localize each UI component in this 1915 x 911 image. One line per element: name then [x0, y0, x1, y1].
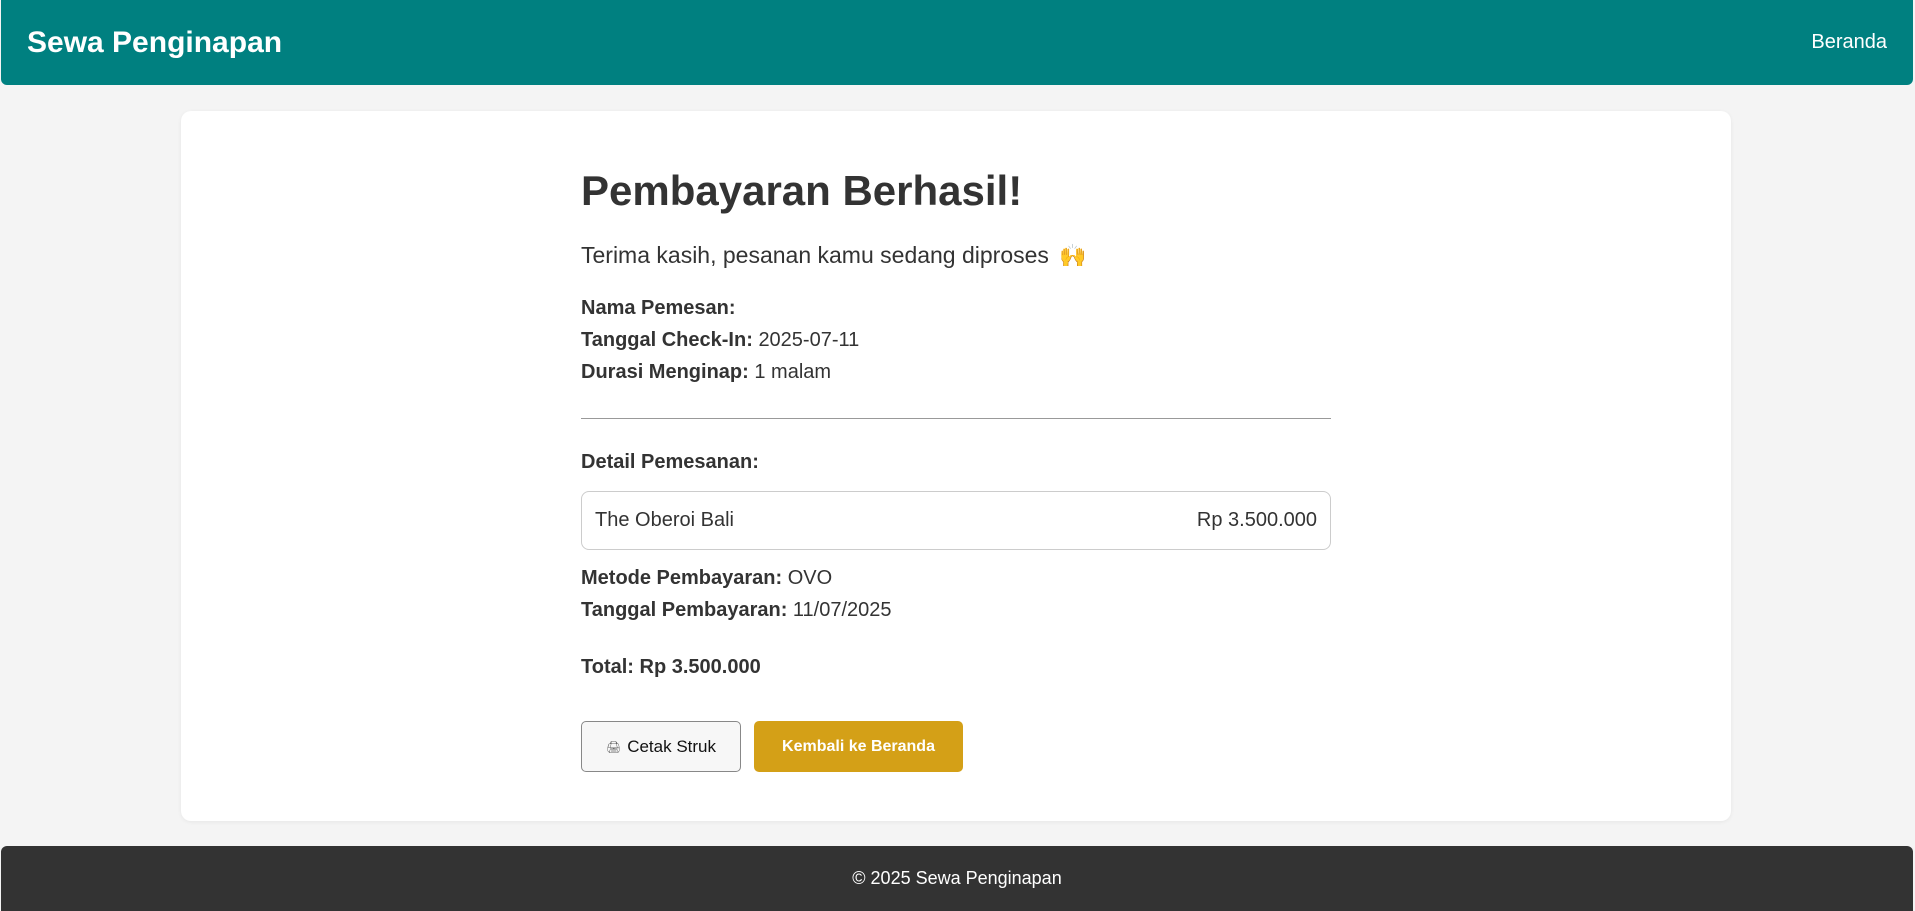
footer-copyright: © 2025 Sewa Penginapan [852, 868, 1062, 888]
page-footer: © 2025 Sewa Penginapan [1, 846, 1913, 911]
total-label: Total: [581, 656, 634, 678]
section-divider [581, 418, 1331, 419]
payment-method-row: Metode Pembayaran: OVO [581, 567, 832, 590]
back-to-home-button[interactable]: Kembali ke Beranda [754, 721, 963, 772]
total-value: Rp 3.500.000 [639, 656, 761, 678]
thank-you-message: Terima kasih, pesanan kamu sedang dipros… [581, 242, 1087, 269]
total-amount: Total: Rp 3.500.000 [581, 656, 761, 679]
payment-date-value: 11/07/2025 [792, 599, 892, 621]
payment-success-card [181, 111, 1731, 821]
print-receipt-label: Cetak Struk [627, 736, 717, 756]
booking-item-price: Rp 3.500.000 [1196, 509, 1317, 531]
payment-method-value: OVO [787, 567, 833, 589]
payment-date-label: Tanggal Pembayaran: [581, 599, 788, 621]
payment-date-row: Tanggal Pembayaran: 11/07/2025 [581, 599, 892, 622]
booker-name-label: Nama Pemesan: [581, 297, 736, 319]
top-navbar: Sewa Penginapan Beranda [1, 0, 1913, 85]
raised-hands-icon: 🙌 [1059, 243, 1087, 268]
payment-method-label: Metode Pembayaran: [581, 567, 783, 589]
booker-name-row: Nama Pemesan: [581, 297, 736, 320]
page-title: Pembayaran Berhasil! [581, 167, 1023, 214]
print-receipt-button[interactable]: 🖨 Cetak Struk [581, 721, 741, 772]
booking-item-row: The Oberoi Bali Rp 3.500.000 [581, 491, 1331, 550]
booking-detail-heading: Detail Pemesanan: [581, 451, 759, 473]
stay-duration-value: 1 malam [754, 361, 832, 383]
site-brand[interactable]: Sewa Penginapan [27, 26, 282, 60]
stay-duration-label: Durasi Menginap: [581, 361, 749, 383]
thank-you-text: Terima kasih, pesanan kamu sedang dipros… [581, 242, 1049, 268]
nav-link-beranda[interactable]: Beranda [1811, 31, 1887, 54]
checkin-date-row: Tanggal Check-In: 2025-07-11 [581, 329, 859, 352]
booking-item-name: The Oberoi Bali [595, 509, 734, 531]
checkin-date-value: 2025-07-11 [758, 329, 860, 351]
printer-icon: 🖨 [605, 739, 622, 754]
checkin-date-label: Tanggal Check-In: [581, 329, 753, 351]
stay-duration-row: Durasi Menginap: 1 malam [581, 361, 831, 384]
